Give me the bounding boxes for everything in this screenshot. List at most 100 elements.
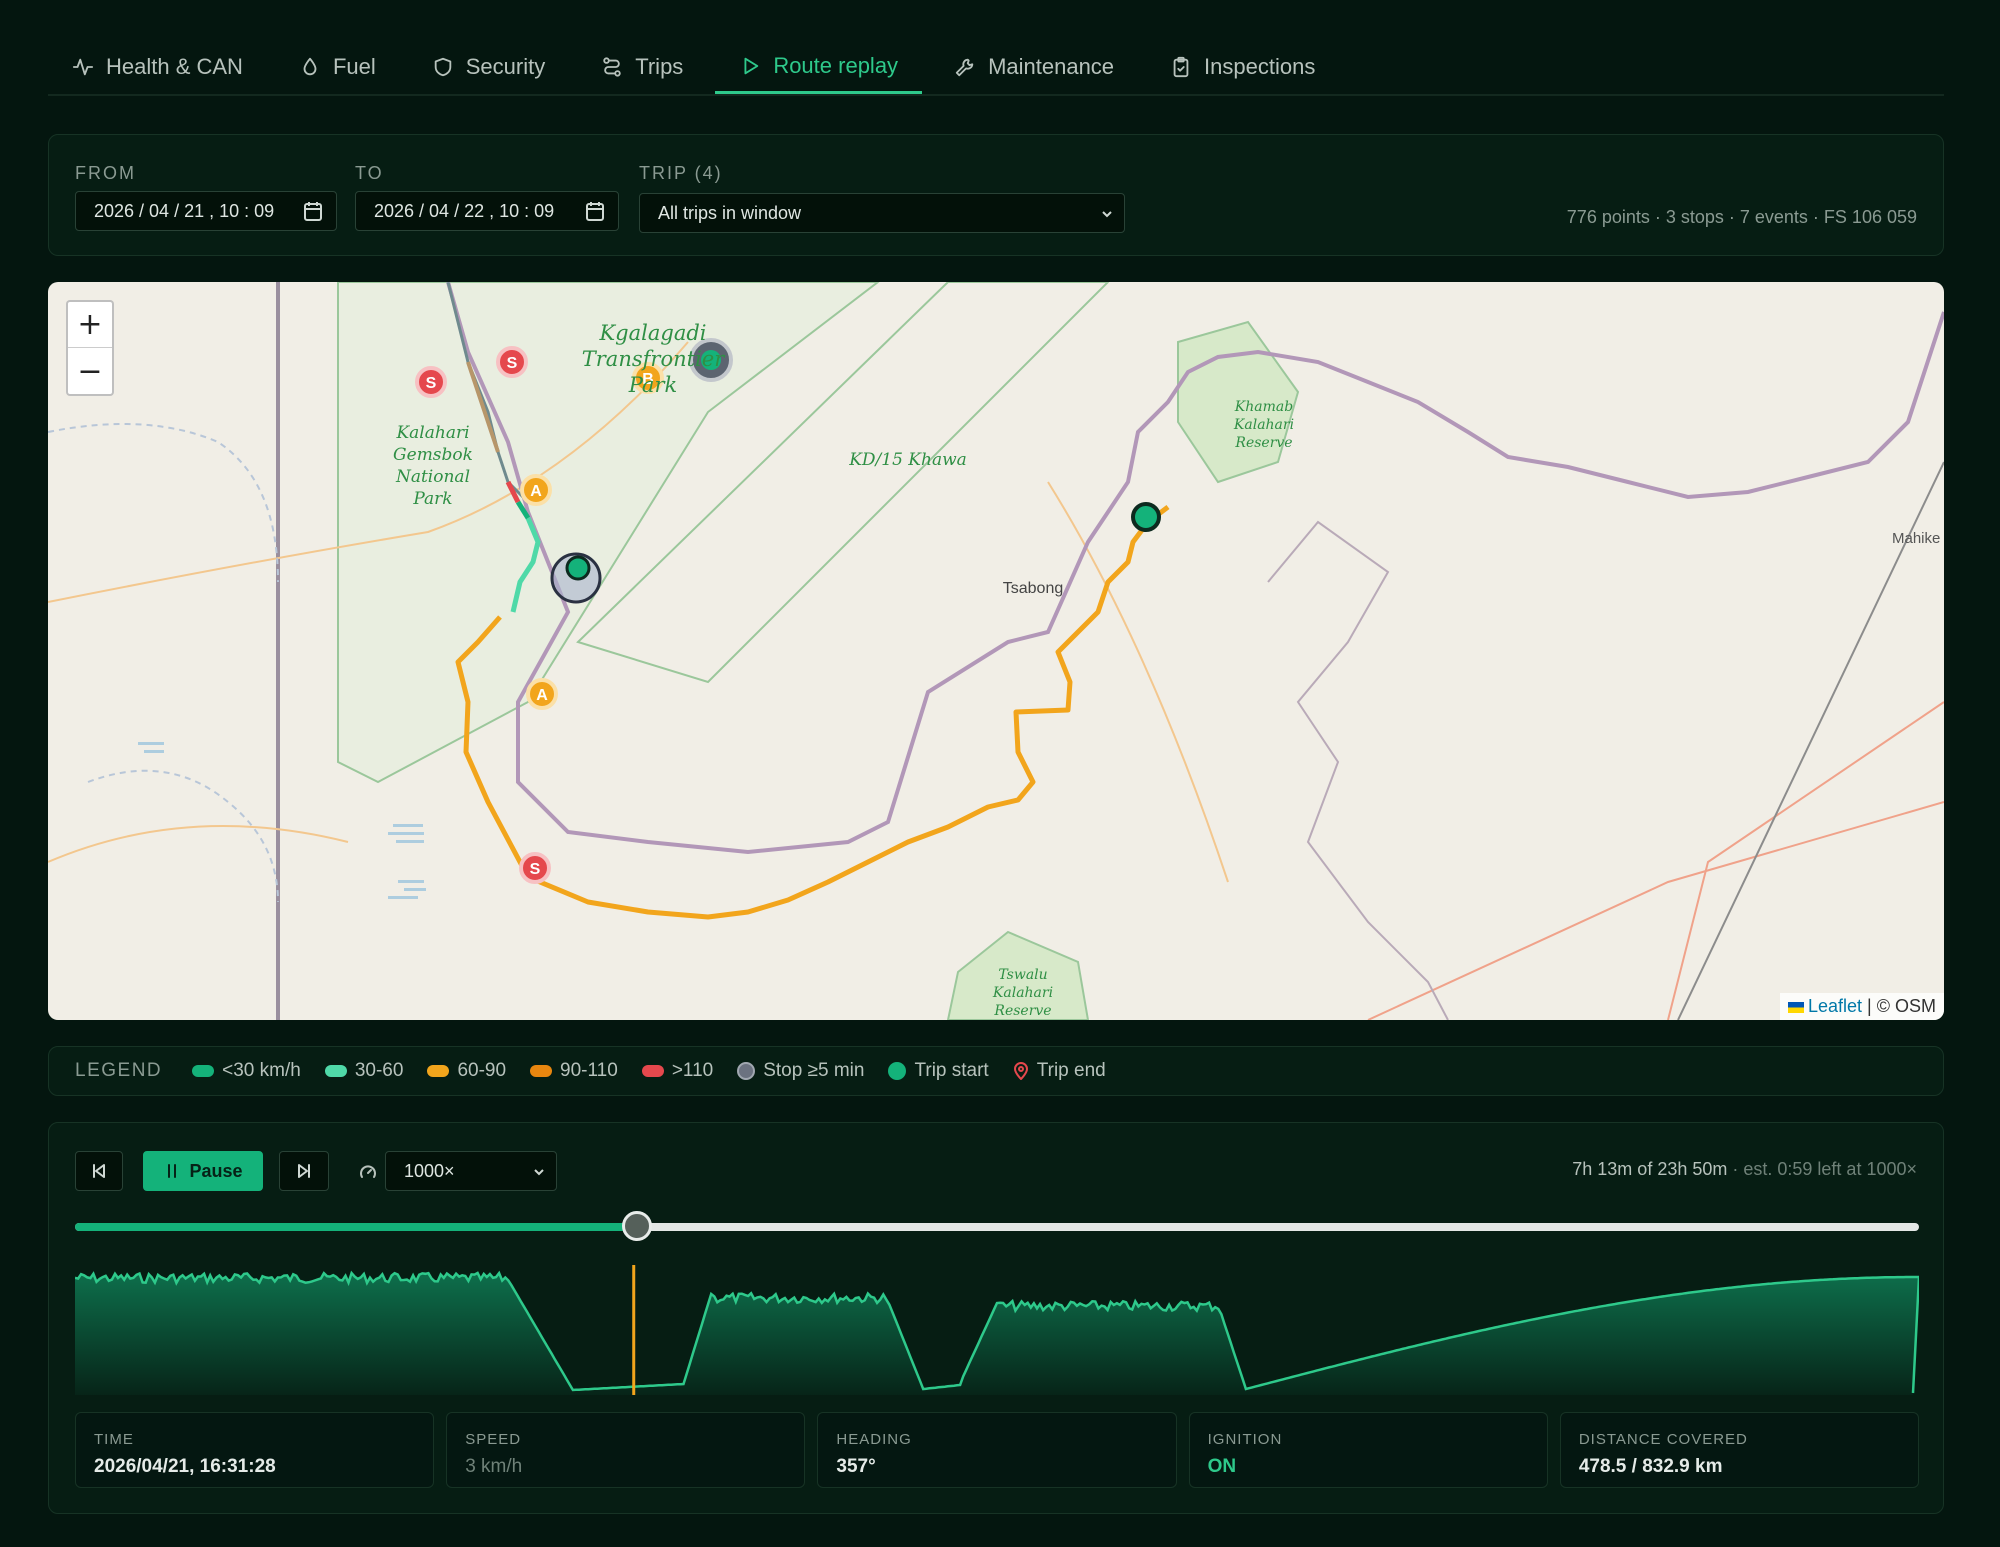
osm-attribution: © OSM <box>1876 996 1936 1016</box>
stat-speed: SPEED 3 km/h <box>446 1412 806 1488</box>
remaining-time: · est. 0:59 left at 1000× <box>1727 1159 1917 1179</box>
chevron-down-icon <box>1102 211 1112 218</box>
tab-label: Route replay <box>773 52 899 78</box>
timeline-slider[interactable] <box>75 1223 1919 1231</box>
marker-stop[interactable]: S <box>496 346 528 378</box>
tab-label: Fuel <box>332 54 376 79</box>
map-label-tswalu: Tswalu Kalahari Reserve <box>992 967 1054 1019</box>
trip-label: TRIP (4) <box>639 163 723 183</box>
legend-label: Trip end <box>1036 1060 1106 1081</box>
pause-icon <box>168 1164 177 1178</box>
map-label-kd15: KD/15 Khawa <box>849 450 967 470</box>
pause-label: Pause <box>189 1160 243 1181</box>
telemetry-stats: TIME 2026/04/21, 16:31:28 SPEED 3 km/h H… <box>75 1412 1920 1488</box>
tab-fuel[interactable]: Fuel <box>275 40 400 94</box>
to-datetime-input[interactable]: 2026 / 04 / 22 , 10 : 09 <box>355 191 619 231</box>
tab-maintenance[interactable]: Maintenance <box>930 40 1138 94</box>
legend-label: 30-60 <box>354 1060 404 1081</box>
leaflet-link[interactable]: Leaflet <box>1808 996 1862 1016</box>
legend-item: Trip start <box>888 1060 989 1082</box>
droplet-icon <box>303 57 317 76</box>
filter-panel: FROM 2026 / 04 / 21 , 10 : 09 TO 2026 / … <box>48 134 1944 256</box>
map-label-kalahari-gemsbok: Kalahari Gemsbok National Park <box>393 423 473 509</box>
map-label-tsabong: Tsabong <box>1002 580 1064 597</box>
trip-select[interactable]: All trips in window <box>639 193 1125 233</box>
tab-security[interactable]: Security <box>408 40 569 94</box>
legend-item: Trip end <box>1013 1060 1106 1082</box>
legend-label: Trip start <box>914 1060 989 1081</box>
marker-stop[interactable]: S <box>519 852 551 884</box>
tab-label: Trips <box>635 54 684 79</box>
legend-label: 60-90 <box>457 1060 507 1081</box>
map-label-mahikeng: Mahike <box>1892 530 1941 547</box>
chevron-down-icon <box>534 1169 544 1176</box>
skip-forward-button[interactable] <box>279 1151 329 1191</box>
attribution-separator: | <box>1862 996 1877 1016</box>
ukraine-flag-icon <box>1788 1001 1804 1013</box>
marker-stop[interactable]: S <box>415 366 447 398</box>
legend-item: 60-90 <box>427 1060 506 1082</box>
map-label-khamab: Khamab Kalahari Reserve <box>1233 399 1295 451</box>
timeline-thumb[interactable] <box>622 1211 653 1241</box>
route-summary: 776 points · 3 stops · 7 events · FS 106… <box>1566 207 1917 227</box>
stat-value: 2026/04/21, 16:31:28 <box>94 1456 276 1477</box>
map-canvas[interactable]: S S B A A S <box>48 282 1944 1020</box>
tab-label: Health & CAN <box>106 54 243 79</box>
from-datetime-input[interactable]: 2026 / 04 / 21 , 10 : 09 <box>75 191 337 231</box>
stat-label: HEADING <box>836 1431 912 1448</box>
play-icon <box>744 57 759 74</box>
tab-bar: Health & CAN Fuel Security Trips Route r… <box>48 40 1944 96</box>
legend-label: <30 km/h <box>222 1060 301 1081</box>
stat-ignition: IGNITION ON <box>1188 1412 1548 1488</box>
route-icon <box>603 57 621 77</box>
speed-sparkline <box>75 1265 1919 1395</box>
legend-title: LEGEND <box>75 1060 163 1081</box>
marker-event[interactable]: A <box>526 678 558 710</box>
map-pin-icon <box>1013 1062 1028 1080</box>
stat-heading: HEADING 357° <box>817 1412 1177 1488</box>
stat-label: SPEED <box>465 1431 522 1448</box>
speed-swatch <box>530 1065 553 1077</box>
tab-label: Inspections <box>1204 54 1316 79</box>
zoom-in-button[interactable]: + <box>68 302 112 348</box>
calendar-icon[interactable] <box>304 201 322 221</box>
vehicle-position-marker[interactable] <box>550 552 602 604</box>
stat-distance: DISTANCE COVERED 478.5 / 832.9 km <box>1559 1412 1920 1488</box>
to-label: TO <box>355 163 384 183</box>
tab-inspections[interactable]: Inspections <box>1146 40 1339 94</box>
tab-trips[interactable]: Trips <box>577 40 707 94</box>
stat-time: TIME 2026/04/21, 16:31:28 <box>75 1412 435 1488</box>
sparkline-area <box>75 1273 1919 1395</box>
tab-label: Maintenance <box>988 54 1115 79</box>
legend-item: >110 <box>641 1060 714 1082</box>
map-attribution: Leaflet | © OSM <box>1780 993 1944 1020</box>
zoom-out-button[interactable]: − <box>68 348 112 394</box>
marker-label: S <box>426 375 437 392</box>
legend-label: 90-110 <box>560 1060 618 1081</box>
marker-label: A <box>530 483 542 500</box>
speed-select[interactable]: 1000× <box>385 1151 557 1191</box>
marker-event[interactable]: A <box>520 474 552 506</box>
speed-swatch <box>427 1065 450 1077</box>
shield-icon <box>434 57 451 77</box>
tab-health-can[interactable]: Health & CAN <box>48 40 267 94</box>
elapsed-readout: 7h 13m of 23h 50m · est. 0:59 left at 10… <box>1572 1159 1917 1180</box>
tab-label: Security <box>465 54 546 79</box>
stop-dot-icon <box>737 1062 756 1080</box>
tab-route-replay[interactable]: Route replay <box>715 40 923 94</box>
legend-item: 90-110 <box>530 1060 618 1082</box>
zoom-control: + − <box>66 300 114 396</box>
legend-label: >110 <box>671 1060 714 1081</box>
pause-button[interactable]: Pause <box>143 1151 263 1191</box>
stat-label: DISTANCE COVERED <box>1578 1431 1748 1448</box>
clipboard-check-icon <box>1173 56 1189 78</box>
from-value: 2026 / 04 / 21 , 10 : 09 <box>94 200 275 221</box>
trip-start-marker[interactable] <box>1131 502 1161 532</box>
skip-back-button[interactable] <box>75 1151 123 1191</box>
calendar-icon[interactable] <box>586 201 604 221</box>
replay-player: Pause 1000× 7h 13m of 23h 50m · est. 0:5… <box>48 1122 1944 1514</box>
timeline-progress <box>75 1223 638 1231</box>
legend: LEGEND <30 km/h 30-60 60-90 90-110 >110 … <box>48 1046 1944 1096</box>
wrench-icon <box>955 58 974 77</box>
route-map[interactable]: S S B A A S Kgalagadi Transfrontier Park… <box>48 282 1944 1020</box>
